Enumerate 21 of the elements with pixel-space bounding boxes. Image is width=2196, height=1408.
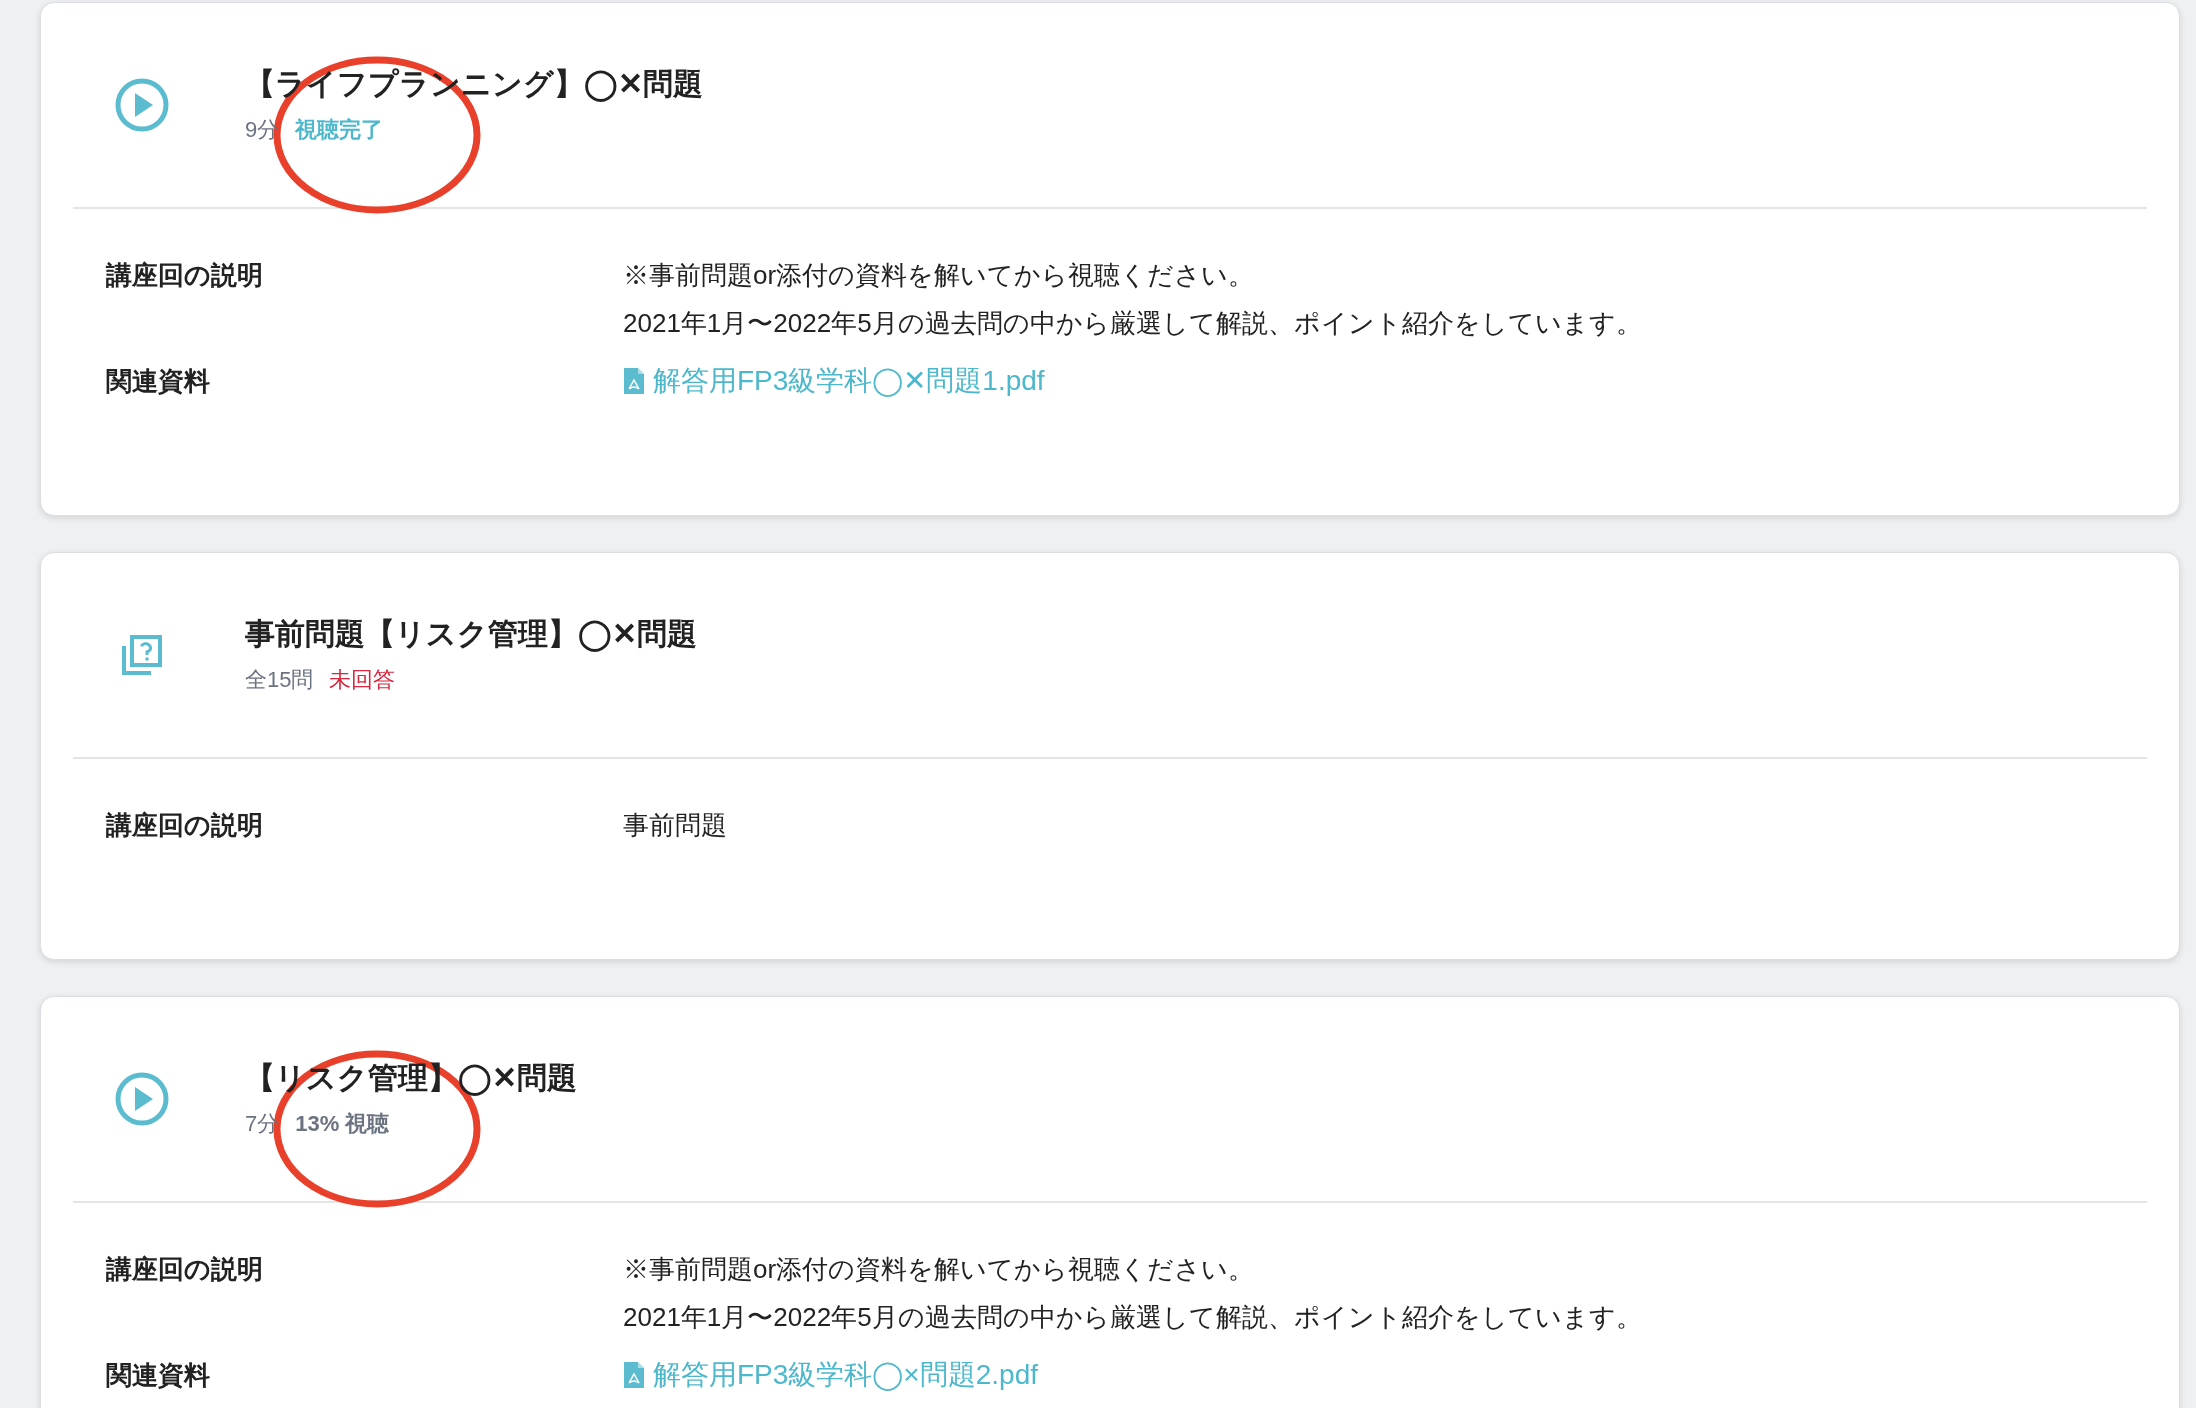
pdf-file-icon [623, 1361, 645, 1389]
status-label: 未回答 [329, 666, 396, 694]
description-text: 2021年1月〜2022年5月の過去問の中から厳選して解説、ポイント紹介をしています。 [623, 1301, 1642, 1334]
lecture-meta: 全15問 [245, 666, 314, 694]
lecture-title[interactable]: 【リスク管理】◯✕問題 [245, 1060, 577, 1096]
play-icon[interactable] [114, 77, 170, 133]
question-cards-icon [121, 634, 163, 676]
detail-label: 講座回の説明 [106, 809, 264, 842]
detail-label: 関連資料 [106, 1359, 211, 1392]
pdf-file-icon [623, 367, 645, 395]
lecture-title[interactable]: 事前問題【リスク管理】◯✕問題 [245, 616, 697, 652]
detail-label: 講座回の説明 [106, 259, 264, 292]
status-label: 13% 視聴 [295, 1110, 390, 1138]
description-text: ※事前問題or添付の資料を解いてから視聴ください。 [623, 259, 1256, 292]
description-text: 2021年1月〜2022年5月の過去問の中から厳選して解説、ポイント紹介をしています。 [623, 307, 1642, 340]
status-label: 視聴完了 [295, 116, 384, 144]
play-icon[interactable] [114, 1071, 170, 1127]
detail-label: 講座回の説明 [106, 1253, 264, 1286]
description-text: ※事前問題or添付の資料を解いてから視聴ください。 [623, 1253, 1256, 1286]
detail-label: 関連資料 [106, 365, 211, 398]
description-text: 事前問題 [623, 809, 727, 842]
